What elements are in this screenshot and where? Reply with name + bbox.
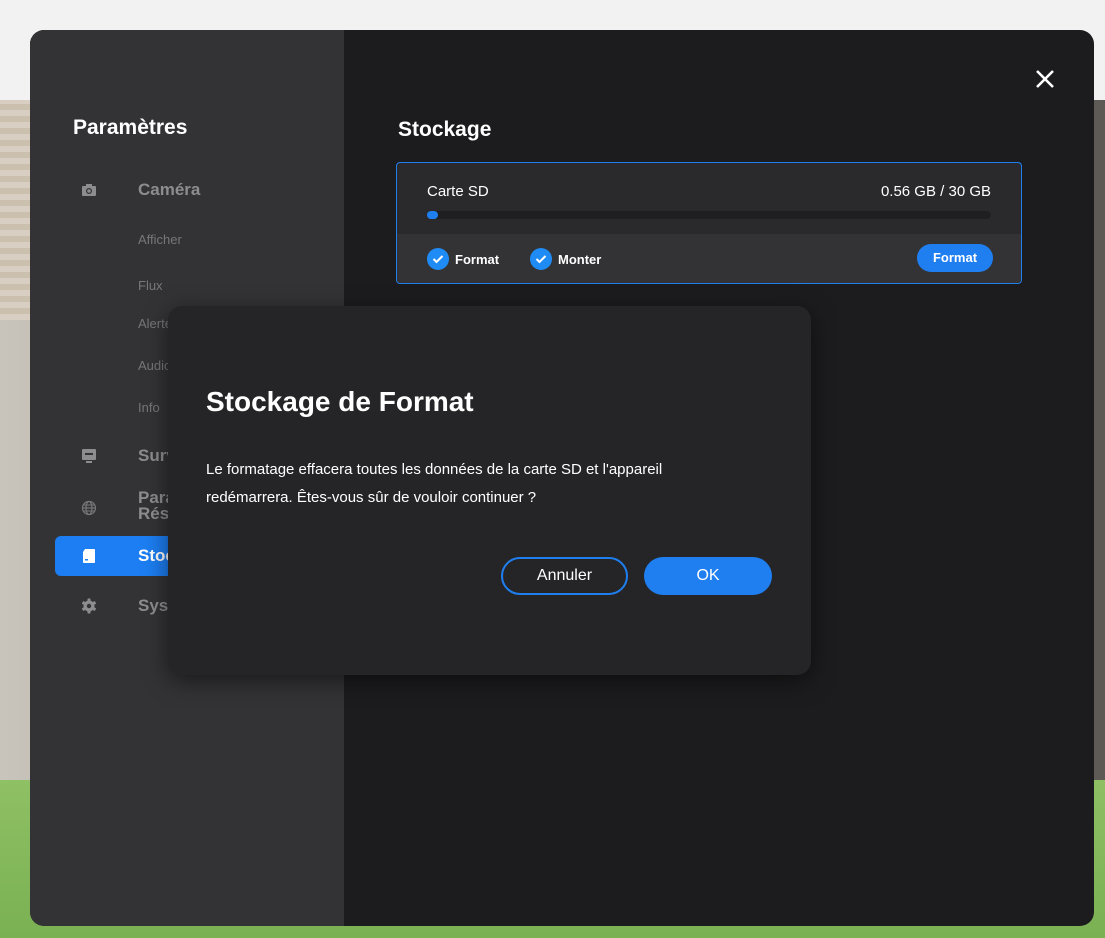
close-icon — [1036, 70, 1054, 88]
sidebar-subitem-alert[interactable]: Alerte — [138, 316, 172, 331]
sidebar-subitem-display[interactable]: Afficher — [138, 232, 182, 247]
dialog-message: Le formatage effacera toutes les données… — [206, 461, 663, 506]
format-confirm-dialog: Stockage de Format Le formatage effacera… — [168, 306, 811, 675]
status-format: Format — [427, 248, 499, 270]
sd-card-usage: 0.56 GB / 30 GB — [880, 183, 991, 200]
storage-progress-fill — [427, 211, 438, 219]
sd-card-footer: Format Monter Format — [397, 234, 1021, 283]
cancel-button[interactable]: Annuler — [501, 557, 628, 595]
sd-card-name: Carte SD — [427, 183, 489, 200]
check-circle-icon — [530, 248, 552, 270]
gear-icon — [81, 598, 97, 614]
storage-progress-bar — [427, 211, 991, 219]
sidebar-item-camera[interactable]: Caméra — [30, 170, 344, 210]
sd-card-panel: Carte SD 0.56 GB / 30 GB Format Monter F… — [396, 162, 1022, 284]
format-button[interactable]: Format — [917, 244, 993, 272]
sidebar-subitem-stream[interactable]: Flux — [138, 278, 163, 293]
sd-card-icon — [83, 549, 95, 563]
monitor-icon — [82, 449, 96, 463]
globe-icon — [81, 500, 97, 516]
ok-button[interactable]: OK — [644, 557, 772, 595]
dialog-title: Stockage de Format — [206, 386, 474, 417]
page-title: Stockage — [398, 118, 492, 141]
sidebar-item-label: Caméra — [138, 180, 201, 199]
sidebar-subitem-info[interactable]: Info — [138, 400, 160, 415]
status-label: Monter — [558, 251, 602, 267]
sidebar-subitem-audio[interactable]: Audio — [138, 358, 171, 373]
check-circle-icon — [427, 248, 449, 270]
status-mount: Monter — [530, 248, 601, 270]
status-label: Format — [455, 251, 500, 267]
sidebar-title: Paramètres — [73, 116, 188, 139]
close-button[interactable] — [1032, 68, 1058, 94]
camera-icon — [82, 184, 96, 196]
